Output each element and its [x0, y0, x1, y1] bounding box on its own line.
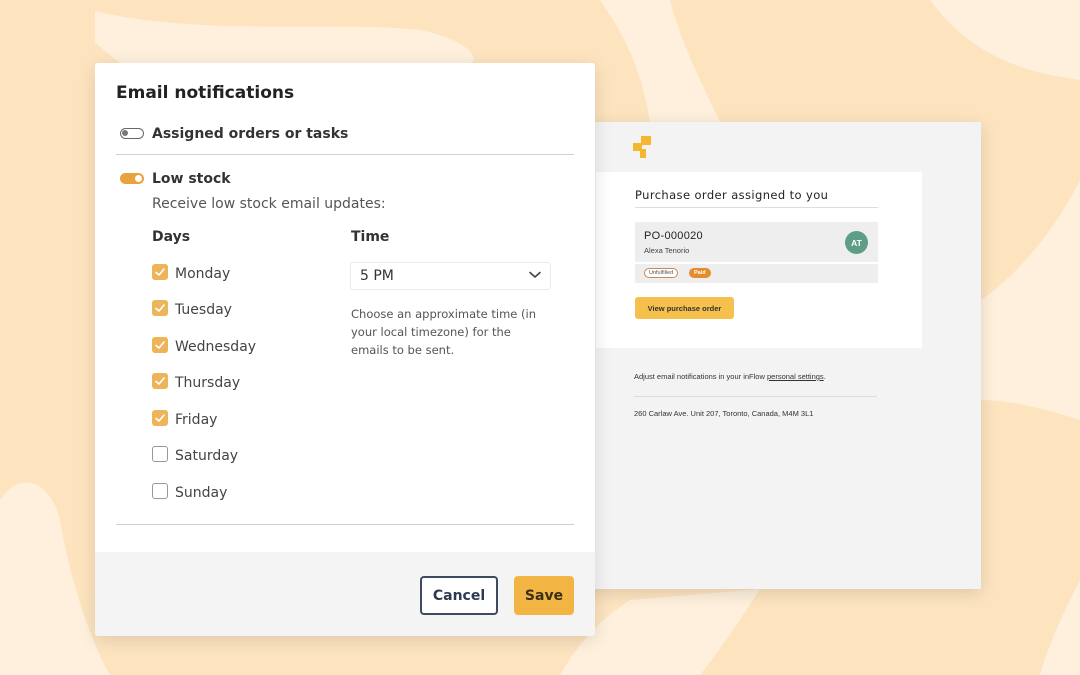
footer-prefix: Adjust email notifications in your inFlo… — [634, 372, 767, 381]
email-body: Purchase order assigned to you PO-000020… — [596, 172, 922, 348]
low-stock-toggle[interactable] — [120, 173, 144, 184]
time-help-text: Choose an approximate time (in your loca… — [351, 307, 537, 357]
email-title: Purchase order assigned to you — [635, 188, 829, 202]
po-assignee-name: Alexa Tenorio — [644, 246, 690, 255]
email-notifications-dialog: Email notifications Assigned orders or t… — [95, 63, 595, 636]
day-label: Sunday — [175, 485, 228, 501]
low-stock-subtitle: Receive low stock email updates: — [152, 196, 386, 212]
day-label: Tuesday — [175, 302, 232, 318]
day-label: Wednesday — [175, 339, 257, 355]
chevron-down-icon — [529, 271, 541, 278]
save-button[interactable]: Save — [514, 576, 574, 615]
checkbox-checked[interactable] — [152, 373, 168, 389]
avatar: AT — [845, 231, 868, 254]
purchase-order-card: PO-000020 Alexa Tenorio AT Unfulfilled P… — [635, 222, 878, 283]
assigned-orders-toggle[interactable] — [120, 128, 144, 139]
personal-settings-link[interactable]: personal settings — [767, 372, 824, 381]
divider — [635, 262, 878, 264]
status-badge-paid: Paid — [689, 268, 711, 278]
inflow-logo-icon — [633, 136, 651, 158]
day-label: Saturday — [175, 448, 239, 464]
status-badge-unfulfilled: Unfulfilled — [644, 268, 679, 278]
checkbox-unchecked[interactable] — [152, 483, 168, 499]
company-address: 260 Carlaw Ave. Unit 207, Toronto, Canad… — [634, 409, 814, 418]
background-blob — [1040, 580, 1080, 675]
divider — [635, 207, 878, 208]
view-purchase-order-button[interactable]: View purchase order — [635, 297, 734, 319]
check-icon — [155, 414, 165, 422]
divider — [116, 154, 574, 155]
divider — [634, 396, 877, 397]
checkbox-checked[interactable] — [152, 264, 168, 280]
day-label: Friday — [175, 412, 218, 428]
assigned-orders-label: Assigned orders or tasks — [152, 126, 349, 142]
background-blob — [930, 0, 1080, 80]
footer-suffix: . — [823, 372, 826, 381]
check-icon — [155, 304, 165, 312]
checkbox-checked[interactable] — [152, 300, 168, 316]
toggle-knob — [122, 130, 128, 136]
checkbox-unchecked[interactable] — [152, 446, 168, 462]
email-footer-text: Adjust email notifications in your inFlo… — [634, 372, 826, 381]
days-header: Days — [152, 229, 191, 245]
time-header: Time — [351, 229, 390, 245]
day-label: Monday — [175, 266, 231, 282]
background-blob — [60, 0, 474, 63]
background-blob — [600, 0, 720, 122]
toggle-knob — [135, 175, 142, 182]
checkbox-checked[interactable] — [152, 337, 168, 353]
check-icon — [155, 377, 165, 385]
checkbox-checked[interactable] — [152, 410, 168, 426]
time-select[interactable]: 5 PM — [351, 263, 550, 289]
time-selected-value: 5 PM — [360, 268, 394, 284]
background-blob — [0, 0, 95, 300]
check-icon — [155, 268, 165, 276]
background-blob — [0, 482, 110, 675]
email-preview: Purchase order assigned to you PO-000020… — [560, 122, 981, 589]
dialog-title: Email notifications — [116, 83, 295, 103]
day-label: Thursday — [175, 375, 241, 391]
background-blob — [981, 180, 1080, 420]
po-number: PO-000020 — [644, 230, 703, 242]
check-icon — [155, 341, 165, 349]
divider — [116, 524, 574, 525]
low-stock-label: Low stock — [152, 171, 231, 187]
cancel-button[interactable]: Cancel — [420, 576, 498, 615]
